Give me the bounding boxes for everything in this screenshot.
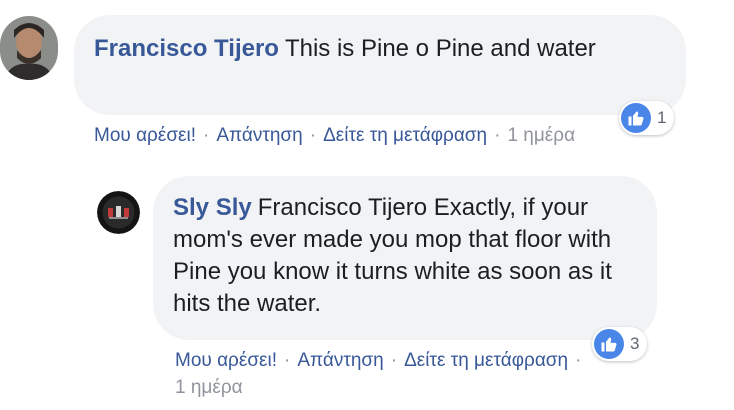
separator-dot: ·	[575, 350, 582, 371]
thumbs-up-icon	[621, 103, 651, 133]
comment-text: This is Pine o Pine and water	[284, 35, 596, 62]
avatar[interactable]	[0, 16, 58, 80]
translate-link[interactable]: Δείτε τη μετάφραση	[323, 125, 487, 146]
reply-text-block: Sly Sly Francisco Tijero Exactly, if your…	[173, 192, 637, 320]
reply-author-link[interactable]: Sly Sly	[173, 194, 252, 221]
reply-actions: Μου αρέσει! · Απάντηση · Δείτε τη μετάφραση ·	[175, 348, 588, 374]
separator-dot: ·	[390, 350, 398, 371]
profile-photo-francisco	[0, 16, 58, 80]
comment-author-link[interactable]: Francisco Tijero	[94, 35, 279, 62]
reaction-count: 1	[657, 108, 667, 127]
reply-reaction-badge[interactable]: 3	[592, 327, 648, 361]
separator-dot: ·	[309, 125, 317, 146]
timestamp[interactable]: 1 ημέρα	[507, 125, 575, 146]
separator-dot: ·	[494, 125, 501, 146]
translate-link[interactable]: Δείτε τη μετάφραση	[404, 350, 568, 371]
reply-bubble: Sly Sly Francisco Tijero Exactly, if your…	[153, 176, 657, 340]
profile-photo-sly	[97, 191, 140, 234]
thumbs-up-icon	[594, 329, 624, 359]
like-link[interactable]: Μου αρέσει!	[94, 125, 196, 146]
reaction-count: 3	[630, 334, 640, 353]
reply-link[interactable]: Απάντηση	[216, 125, 302, 146]
comment-text-block: Francisco Tijero This is Pine o Pine and …	[94, 33, 666, 65]
reply-avatar[interactable]	[97, 191, 140, 234]
separator-dot: ·	[203, 125, 210, 146]
timestamp[interactable]: 1 ημέρα	[175, 377, 243, 398]
reply-time-line: 1 ημέρα	[175, 375, 243, 401]
separator-dot: ·	[284, 350, 291, 371]
comment-reaction-badge[interactable]: 1	[619, 101, 675, 135]
comment-actions: Μου αρέσει! · Απάντηση · Δείτε τη μετάφραση ·…	[94, 123, 575, 149]
reply-link[interactable]: Απάντηση	[297, 350, 383, 371]
comment-bubble: Francisco Tijero This is Pine o Pine and …	[74, 15, 686, 115]
like-link[interactable]: Μου αρέσει!	[175, 350, 277, 371]
